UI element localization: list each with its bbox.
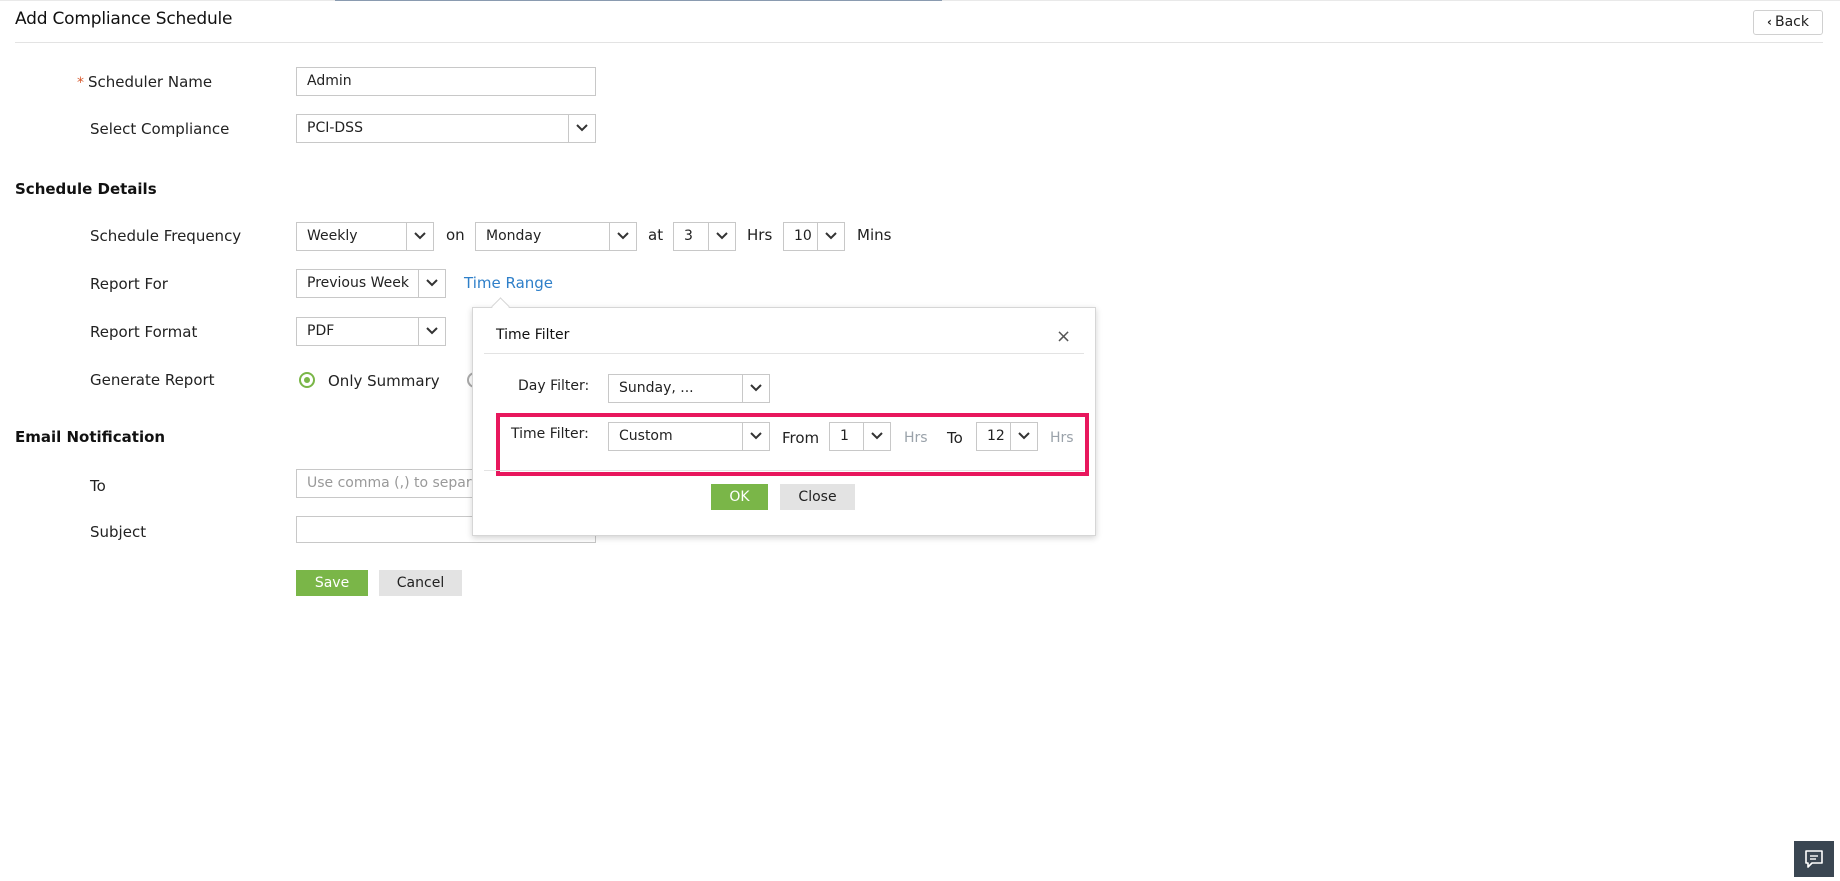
popup-divider	[484, 353, 1084, 354]
hour-select-value: 3	[684, 228, 693, 244]
time-filter-popup-title: Time Filter	[496, 327, 570, 343]
top-border-accent	[335, 0, 942, 1]
chat-icon	[1805, 850, 1823, 868]
to-label: To	[90, 477, 106, 495]
chevron-left-icon: ‹	[1767, 15, 1772, 29]
required-marker: *	[77, 75, 84, 91]
email-notification-heading: Email Notification	[15, 428, 166, 446]
minute-select[interactable]: 10	[783, 222, 845, 251]
popup-footer-divider	[484, 470, 1084, 471]
chevron-down-icon	[742, 375, 769, 402]
on-label: on	[446, 226, 465, 244]
minute-select-value: 10	[794, 228, 812, 244]
chevron-down-icon	[418, 270, 445, 297]
day-filter-label: Day Filter:	[518, 378, 590, 394]
frequency-select[interactable]: Weekly	[296, 222, 434, 251]
schedule-details-heading: Schedule Details	[15, 180, 157, 198]
only-summary-option[interactable]: Only Summary	[328, 372, 440, 390]
chevron-down-icon	[817, 223, 844, 250]
page-title: Add Compliance Schedule	[15, 9, 233, 29]
frequency-select-value: Weekly	[307, 228, 358, 244]
mins-label: Mins	[857, 226, 892, 244]
at-label: at	[648, 226, 664, 244]
generate-report-label: Generate Report	[90, 371, 215, 389]
select-compliance-label: Select Compliance	[90, 120, 230, 138]
chevron-down-icon	[609, 223, 636, 250]
schedule-frequency-label: Schedule Frequency	[90, 227, 242, 245]
scheduler-name-label: * Scheduler Name	[77, 73, 212, 91]
compliance-select-value: PCI-DSS	[307, 120, 363, 136]
report-format-select[interactable]: PDF	[296, 317, 446, 346]
report-for-select[interactable]: Previous Week	[296, 269, 446, 298]
hrs-label: Hrs	[747, 226, 773, 244]
chevron-down-icon	[568, 115, 595, 142]
compliance-select[interactable]: PCI-DSS	[296, 114, 596, 143]
scheduler-name-label-text: Scheduler Name	[88, 73, 213, 91]
report-format-select-value: PDF	[307, 323, 335, 339]
back-button[interactable]: ‹ Back	[1753, 10, 1823, 35]
ok-button[interactable]: OK	[711, 484, 768, 510]
save-button[interactable]: Save	[296, 570, 368, 596]
hour-select[interactable]: 3	[673, 222, 736, 251]
popup-close-button[interactable]: Close	[780, 484, 855, 510]
highlight-box	[496, 413, 1089, 476]
chat-button[interactable]	[1794, 841, 1834, 877]
subject-label: Subject	[90, 523, 147, 541]
cancel-button[interactable]: Cancel	[379, 570, 462, 596]
scheduler-name-input[interactable]: Admin	[296, 67, 596, 96]
report-for-select-value: Previous Week	[307, 275, 409, 291]
day-select[interactable]: Monday	[475, 222, 637, 251]
chevron-down-icon	[418, 318, 445, 345]
close-icon[interactable]: ×	[1056, 328, 1071, 346]
chevron-down-icon	[406, 223, 433, 250]
back-label: Back	[1774, 14, 1809, 30]
radio-selected-icon[interactable]	[299, 372, 315, 388]
day-filter-select-value: Sunday, ...	[619, 380, 694, 396]
chevron-down-icon	[708, 223, 735, 250]
report-format-label: Report Format	[90, 323, 198, 341]
header-divider	[15, 42, 1823, 43]
report-for-label: Report For	[90, 275, 168, 293]
day-select-value: Monday	[486, 228, 542, 244]
time-range-link[interactable]: Time Range	[464, 274, 553, 292]
day-filter-select[interactable]: Sunday, ...	[608, 374, 770, 403]
